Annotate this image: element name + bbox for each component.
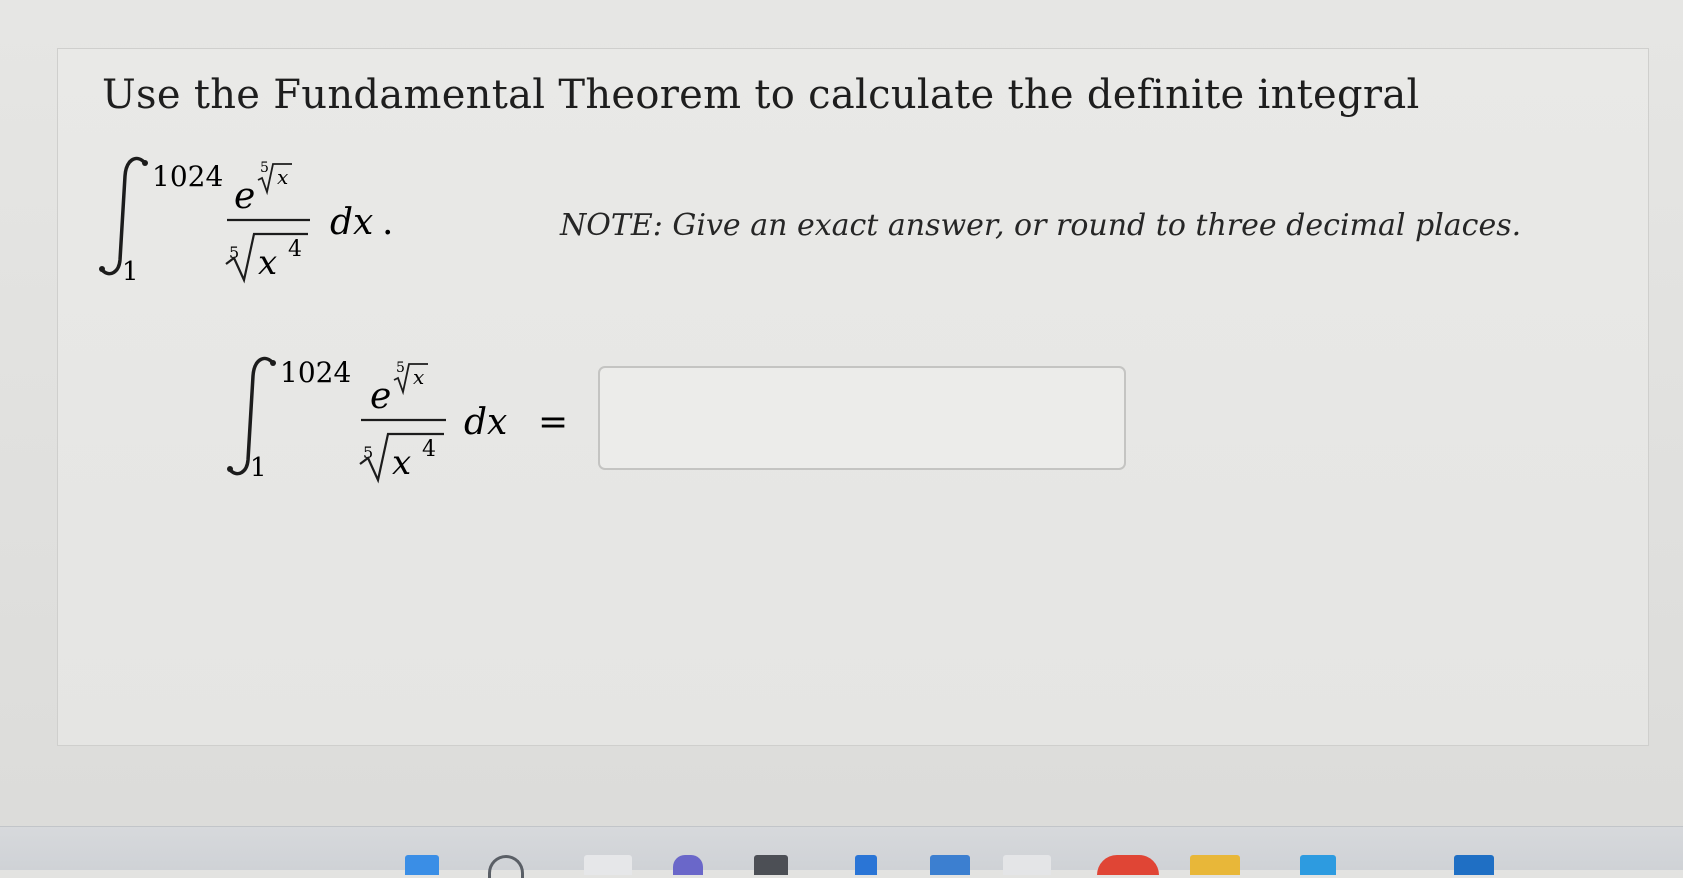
file-explorer-icon[interactable] (1190, 855, 1240, 875)
numerator-radical-index: 5 (260, 160, 269, 176)
answer-integral-expression: 1024 1 e 5 x 5 x 4 dx = (220, 348, 580, 488)
app-icon-2[interactable] (1003, 855, 1051, 875)
note-text: NOTE: Give an exact answer, or round to … (560, 208, 1522, 243)
edge-icon[interactable] (1300, 855, 1336, 875)
answer-differential: dx (464, 402, 507, 443)
upper-limit: 1024 (152, 160, 223, 193)
app-icon[interactable] (754, 855, 788, 875)
taskbar (0, 826, 1683, 878)
lower-limit: 1 (122, 257, 139, 287)
integral-expression-svg: 1024 1 e 5 x 5 x 4 dx . (99, 156, 393, 287)
question-prompt: Use the Fundamental Theorem to calculate… (102, 72, 1420, 118)
answer-numerator-radicand: x (413, 365, 424, 389)
mail-icon[interactable] (930, 855, 970, 875)
trailing-period: . (382, 202, 393, 243)
app-icon-3[interactable] (1454, 855, 1494, 875)
start-menu-icon[interactable] (405, 855, 439, 875)
denominator-power: 4 (288, 237, 302, 262)
integral-expression: 1024 1 e 5 x 5 x 4 dx . (92, 148, 422, 288)
numerator-base: e (234, 176, 255, 217)
answer-numerator-radical-index: 5 (396, 360, 405, 376)
answer-upper-limit: 1024 (280, 356, 351, 389)
chat-icon[interactable] (673, 855, 703, 875)
answer-denominator-power: 4 (422, 437, 436, 462)
denominator-base: x (258, 243, 277, 283)
numerator-radicand: x (277, 165, 288, 189)
answer-denominator-base: x (392, 443, 411, 483)
task-view-icon[interactable] (584, 855, 632, 875)
store-icon[interactable] (855, 855, 877, 875)
differential: dx (330, 202, 373, 243)
equals-sign: = (538, 402, 568, 443)
answer-numerator-base: e (370, 376, 391, 417)
browser-icon[interactable] (1097, 855, 1159, 875)
answer-input[interactable] (598, 366, 1126, 470)
answer-integral-svg: 1024 1 e 5 x 5 x 4 dx = (227, 356, 568, 484)
search-icon[interactable] (488, 855, 524, 878)
answer-lower-limit: 1 (250, 453, 267, 483)
